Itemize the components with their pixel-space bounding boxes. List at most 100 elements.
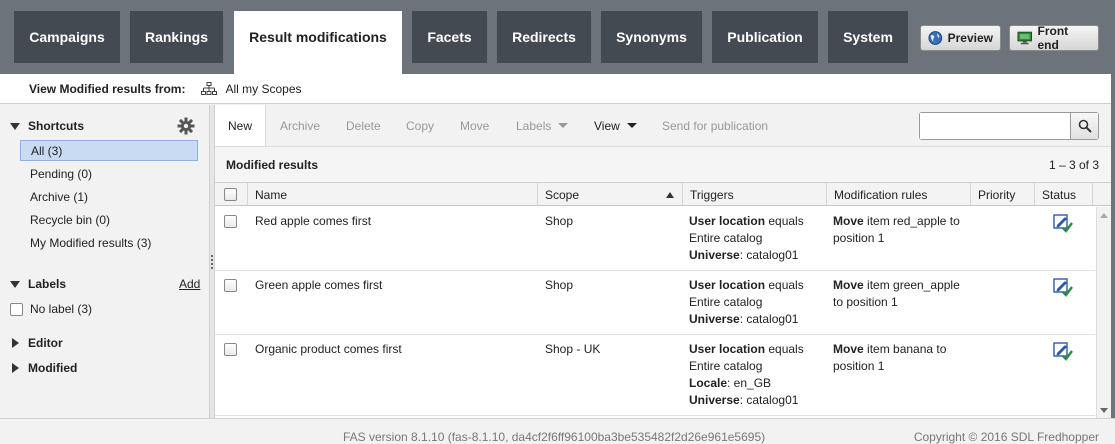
chevron-down-icon xyxy=(558,123,569,128)
edit-approved-icon[interactable] xyxy=(1053,277,1073,297)
column-priority[interactable]: Priority xyxy=(971,183,1035,206)
shortcuts-title: Shortcuts xyxy=(28,119,85,133)
toolbar: New Archive Delete Copy Move Labels View… xyxy=(215,105,1111,147)
column-scope[interactable]: Scope xyxy=(538,183,683,206)
row-scope: Shop - UK xyxy=(545,342,601,356)
row-name: Organic product comes first xyxy=(255,342,402,356)
view-dropdown-label: View xyxy=(594,118,620,133)
row-scope: Shop xyxy=(545,214,574,228)
column-triggers[interactable]: Triggers xyxy=(683,183,827,206)
table-row[interactable]: Green apple comes first Shop User locati… xyxy=(215,271,1095,335)
scroll-up-icon[interactable] xyxy=(1100,213,1108,218)
search-box xyxy=(919,112,1099,140)
row-checkbox[interactable] xyxy=(224,343,237,356)
archive-button[interactable]: Archive xyxy=(280,105,320,146)
sort-ascending-icon xyxy=(666,191,674,198)
tab-campaigns[interactable]: Campaigns xyxy=(14,11,120,63)
labels-header[interactable]: Labels xyxy=(10,277,66,291)
column-modification-rules[interactable]: Modification rules xyxy=(827,183,971,206)
send-for-publication-button[interactable]: Send for publication xyxy=(662,105,768,146)
labels-dropdown[interactable]: Labels xyxy=(516,105,569,146)
scroll-down-icon[interactable] xyxy=(1100,408,1108,413)
main-panel: New Archive Delete Copy Move Labels View… xyxy=(215,105,1111,418)
tab-synonyms[interactable]: Synonyms xyxy=(601,11,702,63)
front-end-label: Front end xyxy=(1037,24,1069,52)
select-all-checkbox[interactable] xyxy=(224,188,237,201)
search-button[interactable] xyxy=(1070,113,1098,139)
tab-rankings[interactable]: Rankings xyxy=(130,11,223,63)
row-modification-rules: Move item red_apple to position 1 xyxy=(833,214,960,245)
row-triggers: User location equals Entire catalog Univ… xyxy=(689,278,804,326)
version-text: FAS version 8.1.10 (fas-8.1.10, da4cf2f6… xyxy=(343,430,766,444)
editor-header[interactable]: Editor xyxy=(10,336,63,350)
move-button[interactable]: Move xyxy=(460,105,489,146)
tab-facets[interactable]: Facets xyxy=(412,11,487,63)
table-header: Name Scope Triggers Modification rules P… xyxy=(215,183,1111,206)
chevron-down-icon xyxy=(626,123,637,128)
row-checkbox[interactable] xyxy=(224,279,237,292)
expand-icon xyxy=(12,338,19,348)
search-icon xyxy=(1078,119,1092,133)
gear-icon[interactable] xyxy=(177,117,195,135)
preview-button[interactable]: Preview xyxy=(920,25,1001,51)
shortcut-archive[interactable]: Archive (1) xyxy=(20,186,198,207)
edit-approved-icon[interactable] xyxy=(1053,213,1073,233)
delete-button[interactable]: Delete xyxy=(346,105,381,146)
globe-icon xyxy=(928,31,943,45)
front-end-button[interactable]: Front end xyxy=(1009,24,1099,52)
scope-selector[interactable]: All my Scopes xyxy=(201,81,302,96)
tab-system[interactable]: System xyxy=(828,11,908,63)
editor-title: Editor xyxy=(28,336,63,350)
scope-label: View Modified results from: xyxy=(29,81,186,96)
no-label-text: No label (3) xyxy=(30,302,93,316)
row-triggers: User location equals Entire catalog Univ… xyxy=(689,214,804,262)
tab-publication[interactable]: Publication xyxy=(712,11,818,63)
edit-approved-icon[interactable] xyxy=(1053,341,1073,361)
row-scope: Shop xyxy=(545,278,574,292)
add-label-link[interactable]: Add xyxy=(179,277,200,291)
row-modification-rules: Move item green_apple to position 1 xyxy=(833,278,960,309)
collapse-icon xyxy=(10,122,20,130)
shortcut-recycle-bin[interactable]: Recycle bin (0) xyxy=(20,209,198,230)
left-panel: Shortcuts All (3) Pending (0) Archive (1… xyxy=(0,105,208,418)
copy-button[interactable]: Copy xyxy=(406,105,434,146)
preview-label: Preview xyxy=(947,31,993,45)
modified-header[interactable]: Modified xyxy=(10,361,77,375)
vertical-scrollbar[interactable] xyxy=(1096,207,1111,418)
modified-title: Modified xyxy=(28,361,78,375)
expand-icon xyxy=(12,363,19,373)
search-input[interactable] xyxy=(920,113,1070,139)
no-label-checkbox[interactable] xyxy=(10,302,23,316)
view-dropdown[interactable]: View xyxy=(594,105,637,146)
row-checkbox[interactable] xyxy=(224,215,237,228)
splitter-grip[interactable] xyxy=(211,255,213,269)
results-title: Modified results xyxy=(226,158,319,172)
table-row[interactable]: Organic product comes first Shop - UK Us… xyxy=(215,335,1095,416)
shortcut-all[interactable]: All (3) xyxy=(20,140,198,161)
collapse-icon xyxy=(10,280,20,288)
footer: FAS version 8.1.10 (fas-8.1.10, da4cf2f6… xyxy=(0,418,1115,444)
shortcut-pending[interactable]: Pending (0) xyxy=(20,163,198,184)
tab-result-modifications[interactable]: Result modifications xyxy=(234,11,402,74)
new-button[interactable]: New xyxy=(215,105,267,146)
table-row[interactable]: Red apple comes first Shop User location… xyxy=(215,207,1095,271)
shortcut-my-modified-results[interactable]: My Modified results (3) xyxy=(20,232,198,253)
labels-dropdown-label: Labels xyxy=(516,118,552,133)
monitor-icon xyxy=(1017,31,1033,45)
top-navigation: Campaigns Rankings Result modifications … xyxy=(0,0,1115,74)
window-edge xyxy=(1111,74,1115,418)
copyright-text: Copyright © 2016 SDL Fredhopper xyxy=(913,430,1099,444)
column-name[interactable]: Name xyxy=(248,183,538,206)
scope-bar: View Modified results from: All my Scope… xyxy=(0,74,1111,104)
column-status[interactable]: Status xyxy=(1035,183,1093,206)
hierarchy-icon xyxy=(201,81,218,95)
column-scope-label: Scope xyxy=(545,187,580,202)
results-header: Modified results 1 – 3 of 3 xyxy=(215,147,1111,183)
row-name: Red apple comes first xyxy=(255,214,372,228)
row-triggers: User location equals Entire catalog Loca… xyxy=(689,342,804,407)
select-all-cell xyxy=(215,183,248,206)
no-label-filter[interactable]: No label (3) xyxy=(10,302,92,316)
row-modification-rules: Move item banana to position 1 xyxy=(833,342,947,373)
shortcuts-header[interactable]: Shortcuts xyxy=(10,119,84,133)
tab-redirects[interactable]: Redirects xyxy=(497,11,591,63)
